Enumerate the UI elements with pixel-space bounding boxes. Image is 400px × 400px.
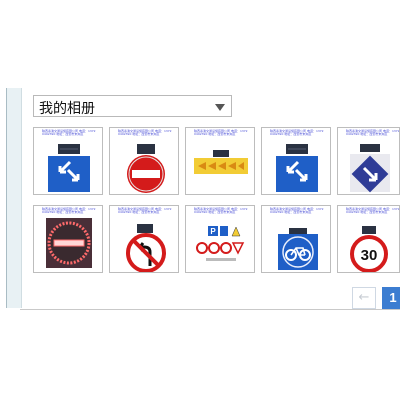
prev-page-button[interactable]: ← [352,287,376,309]
album-select[interactable]: 我的相册 [33,95,232,117]
photo-thumb-9[interactable]: 陕西秦澳交通设施有限公司 电话：13720492390 地址：西安市未央区 [261,205,331,273]
photo-thumb-7[interactable]: 陕西秦澳交通设施有限公司 电话：13720492390 地址：西安市未央区 [109,205,179,273]
solar-speed-limit-30-sign-icon: 30 [350,226,388,272]
photo-thumb-6[interactable]: 陕西秦澳交通设施有限公司 电话：13720492390 地址：西安市未央区 [33,205,103,273]
current-page-button[interactable]: 1 [382,287,400,309]
album-select-value: 我的相册 [39,101,95,117]
photo-thumb-3[interactable]: 陕西秦澳交通设施有限公司 电话：13720492390 地址：西安市未央区 [185,127,255,195]
solar-two-arrows-blue-sign-icon [48,144,90,192]
chevron-down-icon [215,104,225,111]
solar-bicycle-lane-sign-icon [278,228,318,270]
speed-limit-value: 30 [361,247,378,264]
photo-thumb-2[interactable]: 陕西秦澳交通设施有限公司 电话：13720492390 地址：西安市未央区 [109,127,179,195]
solar-no-left-turn-sign-icon [126,224,166,272]
svg-text:P: P [210,227,216,236]
solar-two-arrows-blue-sign-icon [276,144,318,192]
photo-thumb-4[interactable]: 陕西秦澳交通设施有限公司 电话：13720492390 地址：西安市未央区 [261,127,331,195]
album-panel [20,88,400,310]
sign-product-collection-icon: P [196,226,245,261]
photo-thumb-1[interactable]: 陕西秦澳交通设施有限公司 电话：13720492390 地址：西安市未央区 [33,127,103,195]
solar-no-entry-red-sign-icon [127,144,165,193]
photo-thumb-10[interactable]: 陕西秦澳交通设施有限公司 电话：13720492390 地址：西安市未央区 30 [337,205,400,273]
photo-thumb-5[interactable]: 陕西秦澳交通设施有限公司 电话：13720492390 地址：西安市未央区 [337,127,400,195]
solar-keep-right-sign-icon [350,144,390,193]
solar-yellow-arrow-board-icon [194,150,248,174]
photo-thumb-8[interactable]: 陕西秦澳交通设施有限公司 电话：13720492390 地址：西安市未央区 P [185,205,255,273]
led-no-entry-ring-sign-icon [46,218,92,268]
